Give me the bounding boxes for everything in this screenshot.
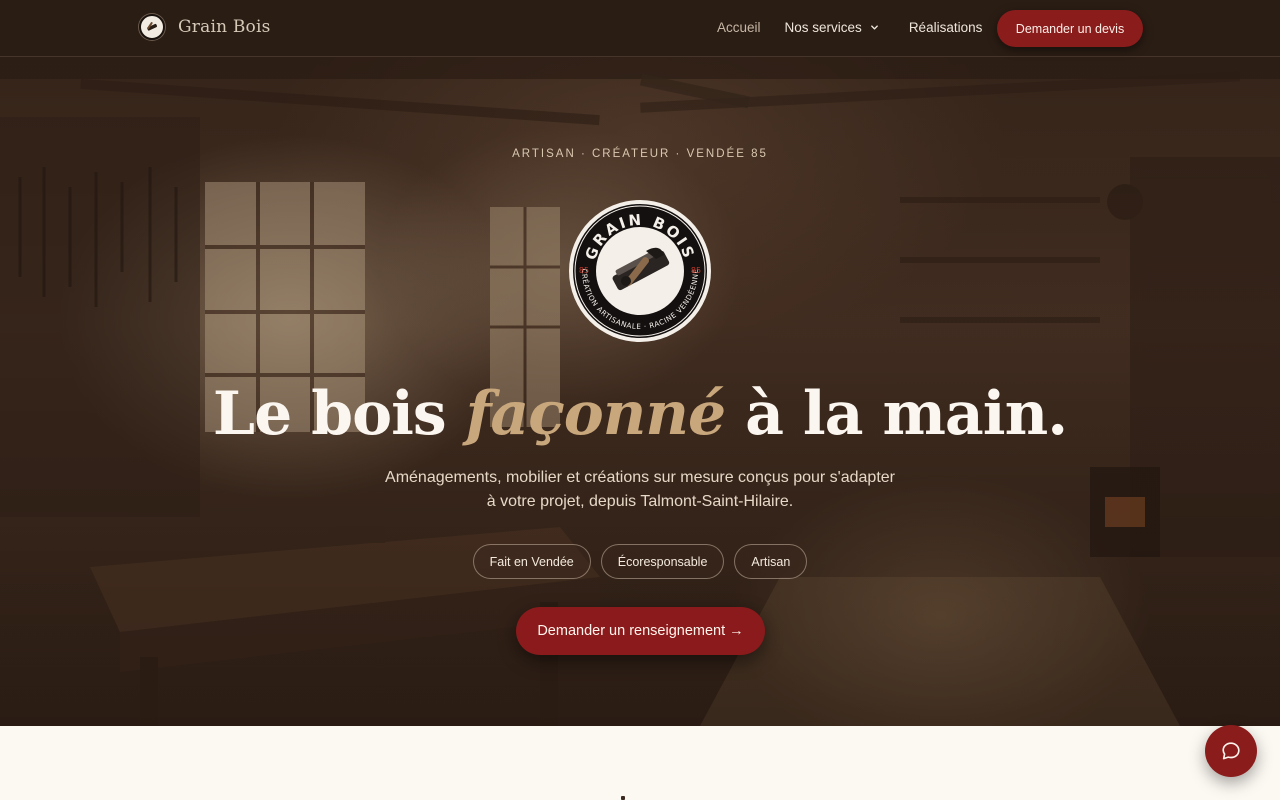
chat-bubble-icon (1222, 742, 1240, 760)
tag-artisan: Artisan (734, 544, 808, 579)
hero-subtitle: Aménagements, mobilier et créations sur … (340, 466, 940, 514)
subtitle-line-2: à votre projet, depuis Talmont-Saint-Hil… (486, 493, 794, 510)
tag-ecoresponsable: Écoresponsable (600, 544, 725, 579)
headline-accent: façonné (465, 379, 727, 449)
hero-content: ARTISAN · CRÉATEUR · VENDÉE 85 GRAIN BOI… (0, 57, 1280, 726)
headline-part-1: Le bois (212, 379, 466, 449)
chevron-down-icon (870, 25, 878, 30)
hero-kicker: ARTISAN · CRÉATEUR · VENDÉE 85 (512, 148, 768, 160)
page: Grain Bois Accueil Nos services Réalisat… (0, 0, 1280, 800)
badge-left-number: 85 (579, 266, 589, 275)
main-nav: Accueil Nos services Réalisations (717, 20, 982, 35)
brand-name: Grain Bois (178, 17, 271, 37)
hero-tags: Fait en Vendée Écoresponsable Artisan (0, 544, 1280, 579)
subtitle-line-1: Aménagements, mobilier et créations sur … (385, 469, 895, 486)
request-quote-button[interactable]: Demander un devis (997, 10, 1143, 47)
badge-right-number: 85 (691, 266, 701, 275)
hero-headline: Le bois façonné à la main. (0, 379, 1280, 449)
tag-fait-en-vendee: Fait en Vendée (472, 544, 591, 579)
nav-link-nos-services[interactable]: Nos services (785, 20, 879, 35)
nav-link-realisations[interactable]: Réalisations (909, 20, 983, 35)
nav-link-accueil[interactable]: Accueil (717, 20, 761, 35)
headline-part-2: à la main. (725, 379, 1068, 449)
chat-button[interactable] (1205, 725, 1257, 777)
request-information-button[interactable]: Demander un renseignement → (516, 607, 765, 655)
next-section (0, 726, 1280, 800)
grain-bois-logo-icon (139, 14, 165, 40)
top-navigation-bar: Grain Bois Accueil Nos services Réalisat… (0, 0, 1280, 57)
nav-link-nos-services-label: Nos services (784, 20, 862, 35)
hero-section: ARTISAN · CRÉATEUR · VENDÉE 85 GRAIN BOI… (0, 57, 1280, 726)
section-marker (621, 796, 625, 800)
grain-bois-badge-logo: GRAIN BOIS CRÉATION ARTISANALE · RACINE … (568, 199, 712, 343)
brand-link[interactable]: Grain Bois (139, 14, 271, 40)
